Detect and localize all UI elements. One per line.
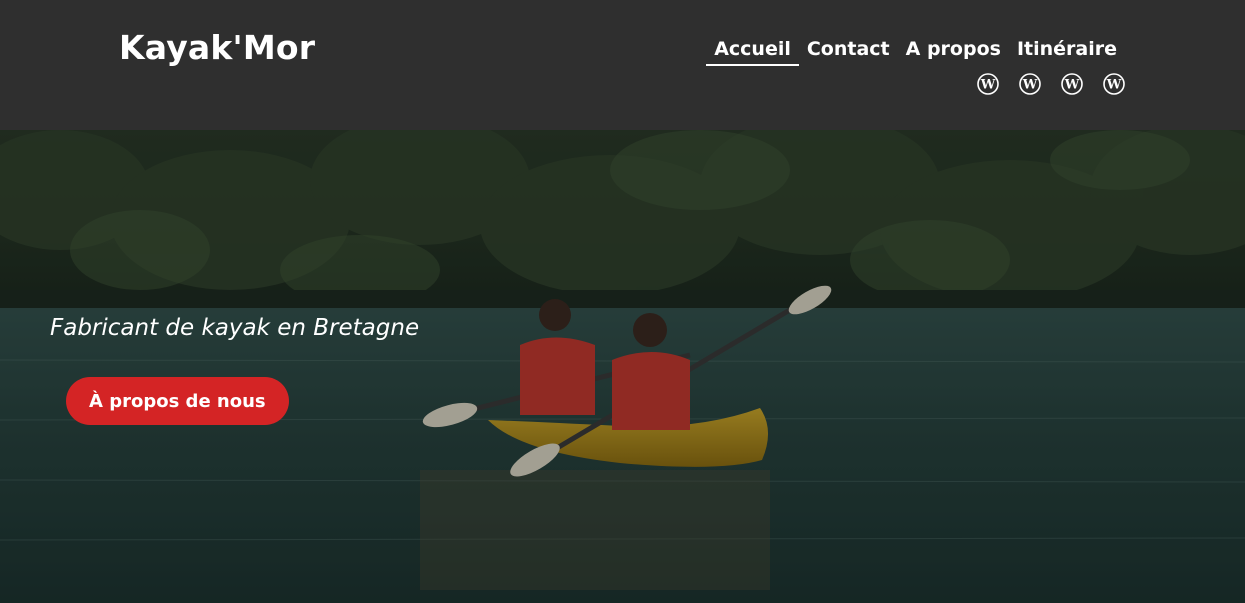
svg-text:W: W: [1022, 78, 1038, 93]
site-header: Kayak'Mor Accueil Contact A propos Itiné…: [0, 0, 1245, 130]
wordpress-icon[interactable]: W: [1019, 73, 1041, 95]
nav-item-accueil[interactable]: Accueil: [706, 36, 799, 66]
wordpress-icon[interactable]: W: [977, 73, 999, 95]
hero-tagline: Fabricant de kayak en Bretagne: [50, 315, 420, 341]
about-us-button[interactable]: À propos de nous: [66, 377, 289, 425]
svg-text:W: W: [1064, 78, 1080, 93]
social-links: W W W W: [977, 73, 1125, 95]
hero-section: Fabricant de kayak en Bretagne À propos …: [0, 130, 1245, 603]
svg-text:W: W: [980, 78, 996, 93]
hero-image: [0, 130, 1245, 603]
wordpress-icon[interactable]: W: [1103, 73, 1125, 95]
main-nav: Accueil Contact A propos Itinéraire: [706, 36, 1125, 66]
nav-item-contact[interactable]: Contact: [799, 36, 898, 66]
wordpress-icon[interactable]: W: [1061, 73, 1083, 95]
site-title[interactable]: Kayak'Mor: [119, 28, 315, 67]
nav-item-a-propos[interactable]: A propos: [898, 36, 1009, 66]
svg-text:W: W: [1106, 78, 1122, 93]
nav-item-itineraire[interactable]: Itinéraire: [1009, 36, 1125, 66]
